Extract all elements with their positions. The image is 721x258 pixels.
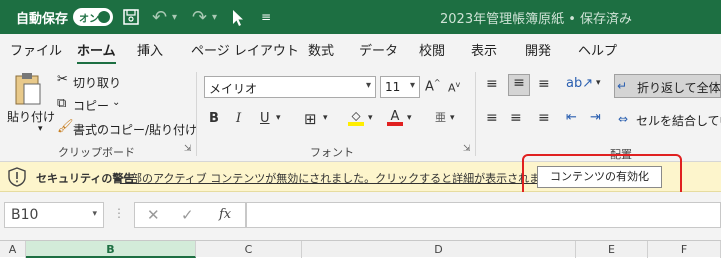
security-warning-message[interactable]: 一部のアクティブ コンテンツが無効にされました。クリックすると詳細が表示されます… xyxy=(120,170,561,186)
ribbon-tabs: ファイル ホーム 挿入 ページ レイアウト 数式 データ 校閲 表示 開発 ヘル… xyxy=(0,34,721,65)
font-size-dropdown-icon[interactable]: ▾ xyxy=(410,80,415,91)
increase-font-icon[interactable]: A^ xyxy=(425,78,441,94)
align-bottom-icon[interactable]: ≡ xyxy=(538,76,550,92)
formula-bar-grip-icon[interactable]: ⋮ xyxy=(113,206,125,220)
formula-bar: B10 ▾ ⋮ ✕ ✓ fx xyxy=(0,192,721,240)
column-header-f[interactable]: F xyxy=(648,241,721,258)
autosave-toggle[interactable]: オン xyxy=(73,8,113,26)
cancel-icon[interactable]: ✕ xyxy=(147,206,160,224)
phonetic-dropdown-icon[interactable]: ▾ xyxy=(450,113,455,123)
phonetic-icon[interactable]: 亜 xyxy=(435,109,446,125)
wrap-text-label: 折り返して全体を xyxy=(637,81,721,95)
format-painter-label[interactable]: 書式のコピー/貼り付け xyxy=(73,121,197,138)
document-title: 2023年管理帳簿原紙 • 保存済み xyxy=(440,11,633,27)
column-header-e[interactable]: E xyxy=(576,241,648,258)
cut-icon: ✂ xyxy=(57,72,68,87)
font-size-value: 11 xyxy=(385,80,401,94)
column-header-a[interactable]: A xyxy=(0,241,26,258)
paste-label[interactable]: 貼り付け xyxy=(7,108,55,125)
cursor-icon[interactable] xyxy=(231,9,245,27)
cut-label[interactable]: 切り取り xyxy=(73,74,121,91)
tab-file[interactable]: ファイル xyxy=(10,40,62,59)
tab-review[interactable]: 校閲 xyxy=(419,40,445,59)
font-size-box[interactable]: 11 ▾ xyxy=(380,76,420,98)
underline-dropdown-icon[interactable]: ▾ xyxy=(276,113,281,123)
underline-icon[interactable]: U xyxy=(260,111,270,126)
merge-icon: ⇔ xyxy=(618,112,629,126)
save-icon[interactable] xyxy=(123,9,139,25)
wrap-text-icon: ↵ xyxy=(617,79,628,93)
decrease-indent-icon[interactable]: ⇤ xyxy=(566,110,577,125)
tab-formulas[interactable]: 数式 xyxy=(308,40,334,59)
formula-buttons: ✕ ✓ fx xyxy=(134,202,246,228)
copy-label[interactable]: コピー xyxy=(73,97,109,114)
bold-icon[interactable]: B xyxy=(209,111,219,126)
tab-data[interactable]: データ xyxy=(359,40,398,59)
tab-help[interactable]: ヘルプ xyxy=(578,40,617,59)
merge-label: セルを結合して中 xyxy=(636,114,721,128)
paste-icon[interactable] xyxy=(13,72,43,106)
font-group-label: フォント xyxy=(310,146,354,159)
align-right-icon[interactable]: ≡ xyxy=(538,110,550,126)
tab-developer[interactable]: 開発 xyxy=(525,40,551,59)
format-painter-icon: 🖌 xyxy=(57,119,74,134)
group-separator xyxy=(475,72,476,156)
italic-icon[interactable]: I xyxy=(236,111,241,126)
column-headers: A B C D E F xyxy=(0,240,721,258)
copy-dropdown-icon[interactable]: ⌄ xyxy=(112,97,120,108)
title-bar: 自動保存 オン ↶ ▾ ↷ ▾ ≡ 2023年管理帳簿原紙 • 保存済み xyxy=(0,0,721,34)
enter-icon[interactable]: ✓ xyxy=(181,206,194,224)
group-separator xyxy=(196,72,197,156)
font-launcher-icon[interactable]: ⇲ xyxy=(463,144,471,154)
align-left-icon[interactable]: ≡ xyxy=(486,110,498,126)
ribbon: 貼り付け ▾ ✂ 切り取り ⧉ コピー ⌄ 🖌 書式のコピー/貼り付け クリップ… xyxy=(0,64,721,162)
align-top-icon[interactable]: ≡ xyxy=(486,76,498,92)
shield-warning-icon xyxy=(8,167,26,187)
align-middle-icon[interactable]: ≡ xyxy=(508,74,530,96)
formula-input[interactable] xyxy=(246,202,721,228)
wrap-text-button[interactable]: ↵ 折り返して全体を xyxy=(614,74,721,98)
merge-center-button[interactable]: ⇔ セルを結合して中 xyxy=(614,108,721,132)
column-header-b[interactable]: B xyxy=(26,241,196,258)
name-box-value: B10 xyxy=(11,207,39,223)
orientation-icon[interactable]: ab↗ xyxy=(566,76,593,91)
undo-dropdown-icon[interactable]: ▾ xyxy=(172,0,177,34)
tab-home[interactable]: ホーム xyxy=(77,40,116,65)
insert-function-icon[interactable]: fx xyxy=(219,207,231,222)
borders-icon[interactable]: ⊞ xyxy=(304,110,317,128)
redo-icon[interactable]: ↷ xyxy=(192,0,207,34)
name-box-dropdown-icon[interactable]: ▾ xyxy=(92,209,97,219)
font-name-value: メイリオ xyxy=(209,82,258,96)
font-color-icon[interactable]: A xyxy=(387,109,403,126)
clipboard-group-label: クリップボード xyxy=(58,146,135,159)
decrease-font-icon[interactable]: Av xyxy=(448,80,460,95)
customize-toolbar-icon[interactable]: ≡ xyxy=(261,0,271,34)
font-name-dropdown-icon[interactable]: ▾ xyxy=(366,80,371,91)
clipboard-launcher-icon[interactable]: ⇲ xyxy=(184,144,192,154)
tab-insert[interactable]: 挿入 xyxy=(137,40,163,59)
autosave-toggle-label: オン xyxy=(79,13,99,25)
borders-dropdown-icon[interactable]: ▾ xyxy=(323,113,328,123)
autosave-label: 自動保存 xyxy=(16,11,69,27)
tab-view[interactable]: 表示 xyxy=(471,40,497,59)
name-box[interactable]: B10 ▾ xyxy=(4,202,104,228)
toggle-knob xyxy=(98,11,110,23)
fill-color-icon[interactable]: ⬦ xyxy=(348,109,364,126)
redo-dropdown-icon[interactable]: ▾ xyxy=(212,0,217,34)
increase-indent-icon[interactable]: ⇥ xyxy=(590,110,601,125)
tab-page-layout[interactable]: ページ レイアウト xyxy=(191,40,299,59)
copy-icon: ⧉ xyxy=(57,96,67,111)
column-header-d[interactable]: D xyxy=(302,241,576,258)
fill-color-dropdown-icon[interactable]: ▾ xyxy=(368,113,373,123)
orientation-dropdown-icon[interactable]: ▾ xyxy=(596,78,601,88)
undo-icon[interactable]: ↶ xyxy=(152,0,167,34)
paste-dropdown-icon[interactable]: ▾ xyxy=(38,124,43,134)
font-name-box[interactable]: メイリオ ▾ xyxy=(204,76,376,98)
column-header-c[interactable]: C xyxy=(196,241,302,258)
font-color-dropdown-icon[interactable]: ▾ xyxy=(407,113,412,123)
align-center-icon[interactable]: ≡ xyxy=(510,110,522,126)
